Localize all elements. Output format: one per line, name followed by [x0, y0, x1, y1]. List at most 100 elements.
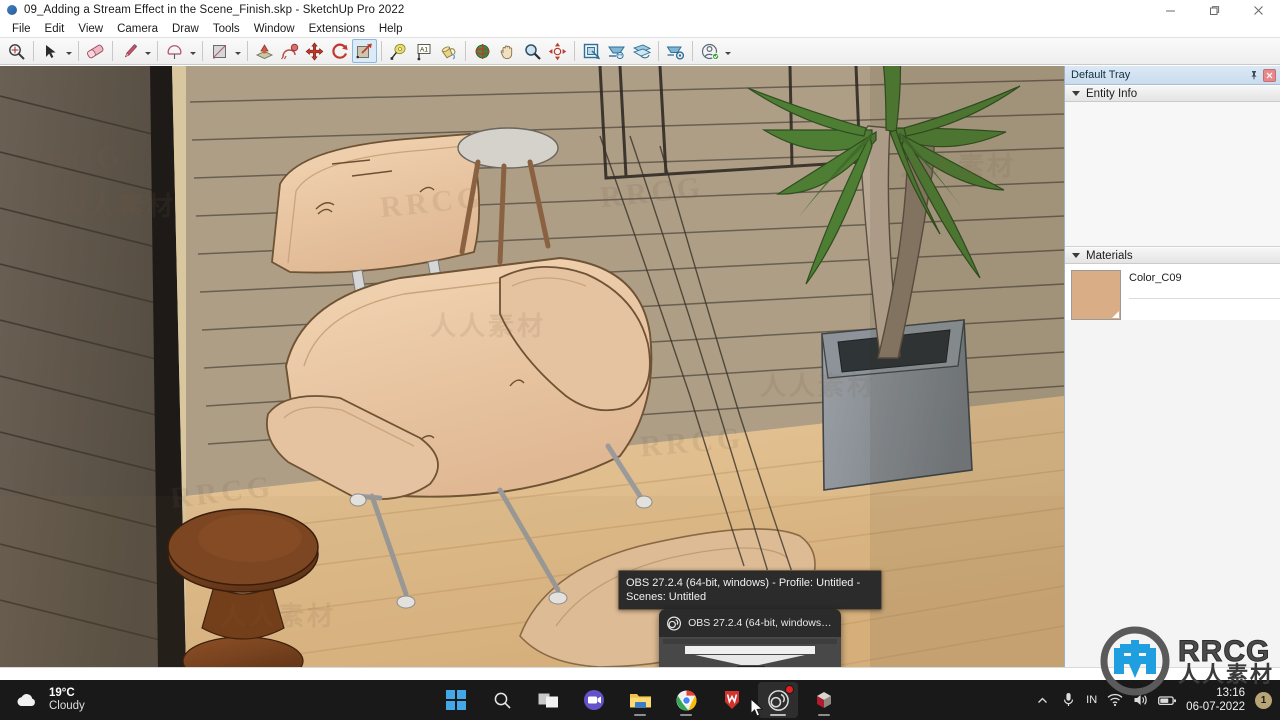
windows-taskbar: 19°C Cloudy IN 13:16 06-07-2022 1: [0, 680, 1280, 720]
zoom-extents-magnifier-tool[interactable]: [4, 39, 29, 63]
obs-taskbar-tooltip: OBS 27.2.4 (64-bit, windows) - Profile: …: [618, 570, 882, 610]
volume-button[interactable]: [1128, 680, 1154, 720]
clock[interactable]: 13:16 06-07-2022: [1180, 686, 1253, 714]
menu-edit[interactable]: Edit: [38, 22, 72, 36]
network-button[interactable]: [1102, 680, 1128, 720]
start-button[interactable]: [436, 682, 476, 718]
folder-icon: [629, 694, 651, 708]
arc-tool-dropdown[interactable]: [187, 39, 198, 63]
menu-help[interactable]: Help: [372, 22, 410, 36]
tray-header: Default Tray: [1065, 66, 1280, 85]
paint-bucket-tool[interactable]: [436, 39, 461, 63]
tray-title: Default Tray: [1071, 69, 1131, 81]
panel-header-materials[interactable]: Materials: [1065, 247, 1280, 264]
toolbar-separator: [247, 41, 248, 61]
close-button[interactable]: [1236, 0, 1280, 20]
taskbar-buttons: [436, 680, 844, 720]
obs-thumbnail-preview[interactable]: OBS 27.2.4 (64-bit, windows) - ...: [659, 609, 841, 667]
taskbar-item-sketchup[interactable]: [804, 682, 844, 718]
scale-tool[interactable]: [352, 39, 377, 63]
task-view-button[interactable]: [528, 682, 568, 718]
obs-notification-badge: [785, 685, 794, 694]
panel-header-entity-info[interactable]: Entity Info: [1065, 85, 1280, 102]
menu-window[interactable]: Window: [247, 22, 302, 36]
material-name: Color_C09: [1129, 272, 1182, 284]
arc-protractor-tool[interactable]: [162, 39, 187, 63]
language-indicator[interactable]: IN: [1081, 694, 1102, 706]
obs-thumbnail-title: OBS 27.2.4 (64-bit, windows) - ...: [688, 617, 833, 629]
text-label-tool[interactable]: A1: [411, 39, 436, 63]
menu-camera[interactable]: Camera: [110, 22, 165, 36]
search-icon: [494, 692, 511, 709]
close-icon[interactable]: [1263, 68, 1276, 82]
video-camera-icon: [584, 690, 604, 710]
material-swatch[interactable]: [1071, 270, 1121, 320]
toolbar-separator: [574, 41, 575, 61]
notification-badge[interactable]: 1: [1255, 691, 1272, 709]
display-section-planes-tool[interactable]: [629, 39, 654, 63]
speaker-icon: [1134, 695, 1147, 705]
menu-view[interactable]: View: [71, 22, 110, 36]
toolbar-separator: [112, 41, 113, 61]
panel-title-materials: Materials: [1086, 249, 1133, 262]
menu-bar: File Edit View Camera Draw Tools Window …: [0, 20, 1280, 37]
section-plane-tool[interactable]: [579, 39, 604, 63]
toolbar-separator: [202, 41, 203, 61]
title-bar: 09_Adding a Stream Effect in the Scene_F…: [0, 0, 1280, 20]
minimize-button[interactable]: [1148, 0, 1192, 20]
restore-button[interactable]: [1192, 0, 1236, 20]
followme-tool[interactable]: [277, 39, 302, 63]
user-account-icon[interactable]: [697, 39, 722, 63]
rotate-tool[interactable]: [327, 39, 352, 63]
model-viewport[interactable]: RRCG 人人素材 RRCG 人人素材 RRCG 人人素材 RRCG 人人素材 …: [0, 66, 1064, 667]
microphone-button[interactable]: [1055, 680, 1081, 720]
chrome-icon: [676, 690, 696, 710]
taskbar-item-meetnow[interactable]: [574, 682, 614, 718]
menu-file[interactable]: File: [5, 22, 38, 36]
orbit-tool[interactable]: [470, 39, 495, 63]
model-scene: [0, 66, 1064, 667]
default-tray-panel: Default Tray Entity Info Materials Color…: [1064, 66, 1280, 667]
chevron-down-icon: [1072, 91, 1080, 96]
toolbar-separator: [33, 41, 34, 61]
zoom-tool[interactable]: [520, 39, 545, 63]
task-view-icon: [538, 693, 558, 707]
zoom-extents-tool[interactable]: [545, 39, 570, 63]
system-tray: IN 13:16 06-07-2022 1: [1029, 680, 1280, 720]
search-button[interactable]: [482, 682, 522, 718]
select-tool-dropdown[interactable]: [63, 39, 74, 63]
obs-thumbnail-header: OBS 27.2.4 (64-bit, windows) - ...: [659, 609, 841, 637]
taskbar-item-file-explorer[interactable]: [620, 682, 660, 718]
menu-draw[interactable]: Draw: [165, 22, 206, 36]
rectangle-shape-tool[interactable]: [207, 39, 232, 63]
taskbar-item-wps[interactable]: [712, 682, 752, 718]
taskbar-item-chrome[interactable]: [666, 682, 706, 718]
select-arrow-tool[interactable]: [38, 39, 63, 63]
pushpull-tool[interactable]: [252, 39, 277, 63]
tape-measure-tool[interactable]: [386, 39, 411, 63]
sketchup-app-icon: [7, 5, 17, 15]
user-account-dropdown[interactable]: [722, 39, 733, 63]
status-bar: [0, 667, 1280, 680]
eraser-tool[interactable]: [83, 39, 108, 63]
chevron-down-icon: [1072, 253, 1080, 258]
wps-icon: [725, 691, 739, 709]
move-tool[interactable]: [302, 39, 327, 63]
battery-button[interactable]: [1154, 680, 1180, 720]
tray-overflow-button[interactable]: [1029, 680, 1055, 720]
obs-thumbnail-image: [659, 637, 841, 667]
rectangle-tool-dropdown[interactable]: [232, 39, 243, 63]
weather-condition: Cloudy: [49, 700, 85, 712]
materials-body: Color_C09: [1065, 264, 1280, 320]
taskbar-item-obs[interactable]: [758, 682, 798, 718]
pin-icon[interactable]: [1247, 69, 1260, 82]
display-section-cuts-tool[interactable]: [604, 39, 629, 63]
pan-hand-tool[interactable]: [495, 39, 520, 63]
line-tool-dropdown[interactable]: [142, 39, 153, 63]
menu-extensions[interactable]: Extensions: [302, 22, 372, 36]
svg-text:A1: A1: [420, 46, 428, 53]
weather-widget[interactable]: 19°C Cloudy: [0, 687, 85, 713]
section-fill-tool[interactable]: [663, 39, 688, 63]
line-pencil-tool[interactable]: [117, 39, 142, 63]
menu-tools[interactable]: Tools: [206, 22, 247, 36]
